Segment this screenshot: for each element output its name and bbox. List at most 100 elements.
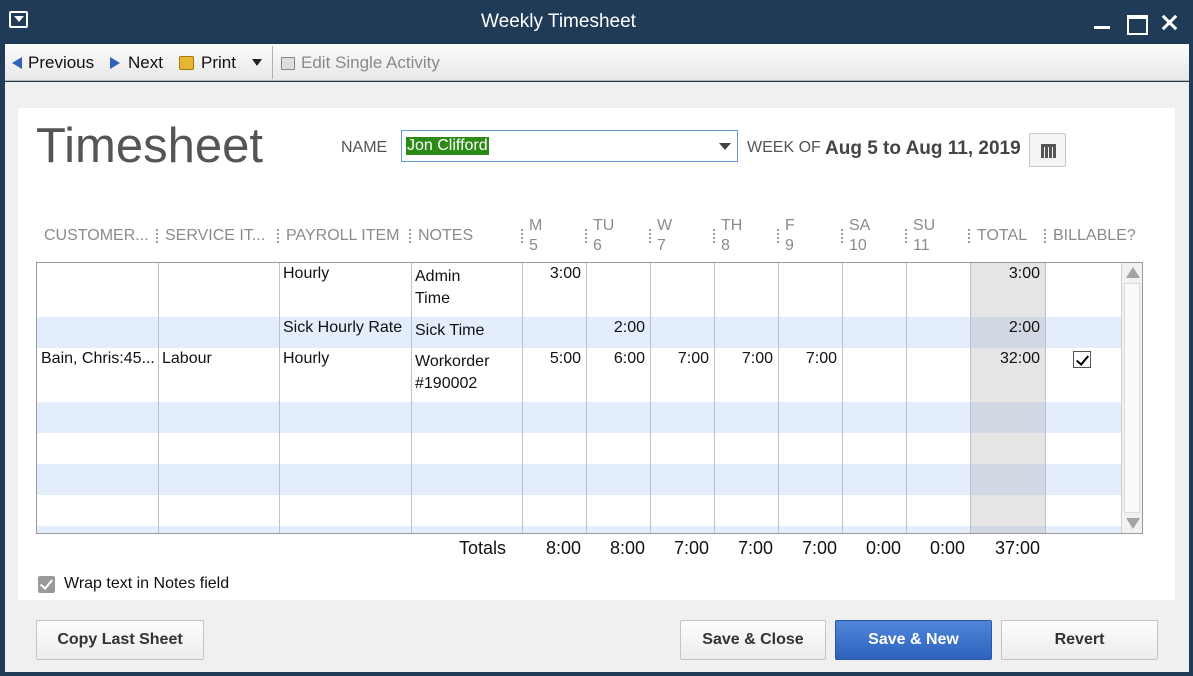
col-header-day-wed[interactable]: W7 <box>657 216 672 256</box>
col-header-payroll[interactable]: PAYROLL ITEM <box>286 226 400 246</box>
cell-hours-fri[interactable]: 7:00 <box>779 348 837 370</box>
cell-payroll[interactable]: Hourly <box>283 348 329 370</box>
col-header-notes[interactable]: NOTES <box>418 226 473 246</box>
cell-payroll[interactable]: Hourly <box>283 263 329 285</box>
save-new-button[interactable]: Save & New <box>835 620 992 660</box>
minimize-icon[interactable] <box>1090 12 1112 32</box>
edit-single-activity-button[interactable]: Edit Single Activity <box>281 52 440 74</box>
toolbar-divider <box>272 46 273 79</box>
print-button[interactable]: Print <box>179 52 236 74</box>
column-resize-grip[interactable] <box>277 229 279 243</box>
next-button[interactable]: Next <box>110 52 163 74</box>
column-resize-grip[interactable] <box>156 229 158 243</box>
cell-hours-thu[interactable]: 7:00 <box>715 348 773 370</box>
col-divider <box>586 263 587 533</box>
column-resize-grip[interactable] <box>777 229 779 243</box>
totals-label: Totals <box>459 538 507 558</box>
name-select[interactable]: Jon Clifford <box>401 130 738 162</box>
col-header-total[interactable]: TOTAL <box>977 226 1027 246</box>
col-divider <box>970 263 971 533</box>
col-divider <box>778 263 779 533</box>
total-mon: 8:00 <box>545 538 581 558</box>
scroll-up-icon[interactable] <box>1126 267 1140 278</box>
cell-row-total: 2:00 <box>1008 319 1040 336</box>
scroll-down-icon[interactable] <box>1126 518 1140 529</box>
cell-notes[interactable]: Workorder #190002 <box>415 351 489 395</box>
column-resize-grip[interactable] <box>713 229 715 243</box>
col-divider <box>1045 263 1046 533</box>
row-stripe <box>37 402 1121 433</box>
print-label: Print <box>201 53 236 72</box>
arrow-left-icon <box>12 57 22 69</box>
column-resize-grip[interactable] <box>905 229 907 243</box>
column-resize-grip[interactable] <box>585 229 587 243</box>
copy-last-sheet-button[interactable]: Copy Last Sheet <box>36 620 204 660</box>
column-resize-grip[interactable] <box>1044 229 1046 243</box>
printer-icon <box>179 56 194 70</box>
col-divider <box>411 263 412 533</box>
previous-label: Previous <box>28 53 95 72</box>
chevron-down-icon[interactable] <box>719 143 731 150</box>
column-resize-grip[interactable] <box>841 229 843 243</box>
col-header-service[interactable]: SERVICE IT... <box>165 226 265 246</box>
cell-service[interactable]: Labour <box>162 348 212 370</box>
week-of-label: WEEK OF <box>747 139 821 156</box>
col-header-day-thu[interactable]: TH 8 <box>721 216 742 256</box>
total-column-shade <box>970 263 1045 533</box>
calendar-button[interactable] <box>1029 133 1066 167</box>
col-header-day-fri[interactable]: F9 <box>785 216 795 256</box>
total-fri: 7:00 <box>801 538 837 558</box>
vertical-scrollbar[interactable] <box>1121 263 1142 533</box>
col-header-day-mon[interactable]: M5 <box>529 216 542 256</box>
column-resize-grip[interactable] <box>409 229 411 243</box>
col-header-customer[interactable]: CUSTOMER... <box>44 226 149 246</box>
column-resize-grip[interactable] <box>649 229 651 243</box>
cell-hours-mon[interactable]: 3:00 <box>523 263 581 285</box>
row-stripe <box>37 317 1121 348</box>
total-sun: 0:00 <box>929 538 965 558</box>
window-title: Weekly Timesheet <box>481 11 636 32</box>
col-divider <box>522 263 523 533</box>
column-resize-grip[interactable] <box>968 229 970 243</box>
col-header-day-tue[interactable]: TU 6 <box>593 216 614 256</box>
cell-notes[interactable]: Sick Time <box>415 320 484 342</box>
cell-payroll[interactable]: Sick Hourly Rate <box>283 317 402 339</box>
col-header-day-sat[interactable]: SA 10 <box>849 216 870 256</box>
col-divider <box>714 263 715 533</box>
timesheet-grid[interactable]: Hourly Admin Time 3:00 3:00 Sick Hourly R… <box>36 262 1143 534</box>
cell-customer[interactable]: Bain, Chris:45... <box>41 348 155 370</box>
row-stripe <box>37 526 1121 533</box>
total-thu: 7:00 <box>737 538 773 558</box>
previous-button[interactable]: Previous <box>12 52 94 74</box>
billable-checkbox[interactable] <box>1073 351 1091 368</box>
col-header-day-sun[interactable]: SU 11 <box>913 216 935 256</box>
row-stripe <box>37 464 1121 495</box>
wrap-text-checkbox[interactable] <box>38 576 55 593</box>
edit-single-label: Edit Single Activity <box>301 53 440 72</box>
cell-hours-wed[interactable]: 7:00 <box>651 348 709 370</box>
grand-total: 37:00 <box>994 538 1040 558</box>
cell-hours-mon[interactable]: 5:00 <box>523 348 581 370</box>
col-divider <box>842 263 843 533</box>
cell-hours-tue[interactable]: 2:00 <box>587 317 645 339</box>
total-wed: 7:00 <box>673 538 709 558</box>
maximize-icon[interactable] <box>1124 12 1148 35</box>
next-label: Next <box>128 53 163 72</box>
close-icon[interactable] <box>1158 12 1180 32</box>
edit-icon <box>281 56 295 70</box>
column-resize-grip[interactable] <box>521 229 523 243</box>
save-close-button[interactable]: Save & Close <box>680 620 826 660</box>
col-header-billable[interactable]: BILLABLE? <box>1053 226 1136 246</box>
revert-button[interactable]: Revert <box>1001 620 1158 660</box>
timesheet-panel: Timesheet NAME Jon Clifford WEEK OF Aug … <box>18 108 1175 600</box>
col-divider <box>650 263 651 533</box>
scroll-track[interactable] <box>1124 283 1140 513</box>
week-range: Aug 5 to Aug 11, 2019 <box>825 138 1021 159</box>
print-dropdown-icon[interactable] <box>252 59 262 66</box>
page-title: Timesheet <box>36 119 263 173</box>
content-frame: Timesheet NAME Jon Clifford WEEK OF Aug … <box>5 82 1189 672</box>
cell-notes[interactable]: Admin Time <box>415 266 460 310</box>
wrap-text-label[interactable]: Wrap text in Notes field <box>64 575 229 593</box>
calendar-icon <box>1041 144 1056 158</box>
cell-hours-tue[interactable]: 6:00 <box>587 348 645 370</box>
